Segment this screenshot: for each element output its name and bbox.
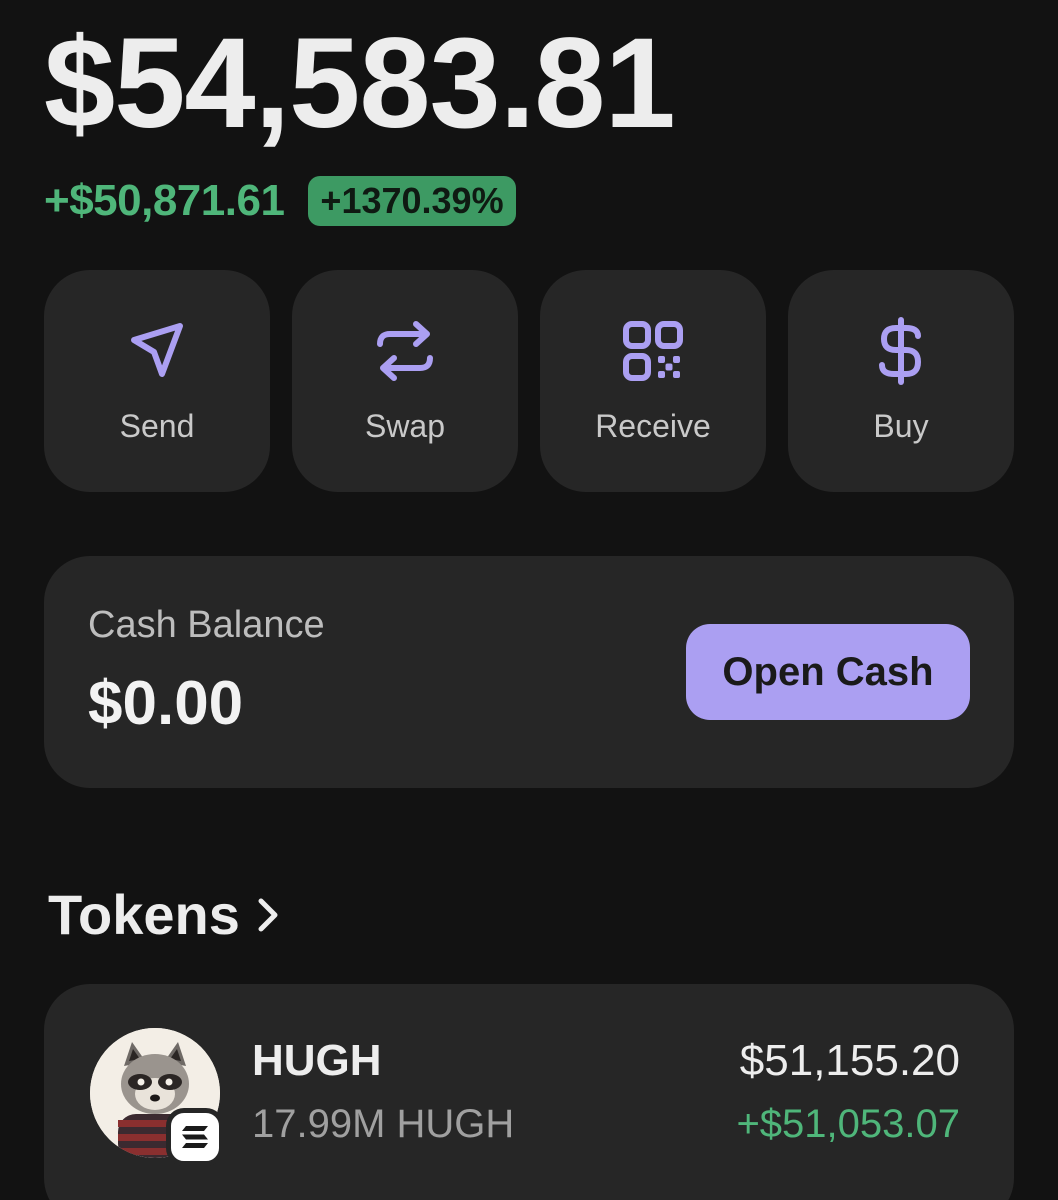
token-name: HUGH bbox=[252, 1036, 382, 1085]
wallet-home-screen: $54,583.81 +$50,871.61 +1370.39% Send Sw… bbox=[0, 0, 1058, 1200]
balance-change-percent-badge: +1370.39% bbox=[308, 176, 516, 226]
receive-button[interactable]: Receive bbox=[540, 270, 766, 492]
cash-balance-title: Cash Balance bbox=[88, 604, 325, 646]
receive-label: Receive bbox=[595, 408, 711, 444]
quick-actions: Send Swap Receive Buy bbox=[44, 270, 1014, 492]
swap-label: Swap bbox=[364, 408, 446, 444]
tokens-title: Tokens bbox=[48, 883, 240, 946]
token-value: $51,155.20 bbox=[739, 1036, 960, 1085]
swap-button[interactable]: Swap bbox=[292, 270, 518, 492]
send-button[interactable]: Send bbox=[44, 270, 270, 492]
token-change: +$51,053.07 bbox=[736, 1102, 960, 1146]
tokens-section-header[interactable]: Tokens bbox=[48, 882, 286, 947]
solana-icon bbox=[166, 1108, 224, 1166]
balance-change-row: +$50,871.61 +1370.39% bbox=[44, 176, 516, 226]
token-row[interactable]: HUGH 17.99M HUGH $51,155.20 +$51,053.07 bbox=[44, 984, 1014, 1200]
cash-balance-card: Cash Balance $0.00 Open Cash bbox=[44, 556, 1014, 788]
total-balance: $54,583.81 bbox=[44, 12, 676, 155]
balance-change-amount: +$50,871.61 bbox=[44, 176, 285, 225]
send-icon bbox=[122, 316, 192, 386]
cash-balance-value: $0.00 bbox=[88, 669, 244, 738]
open-cash-button[interactable]: Open Cash bbox=[686, 624, 970, 720]
chevron-right-icon bbox=[256, 892, 286, 938]
buy-button[interactable]: Buy bbox=[788, 270, 1014, 492]
send-label: Send bbox=[119, 408, 195, 444]
token-amount: 17.99M HUGH bbox=[252, 1102, 515, 1146]
swap-icon bbox=[370, 316, 440, 386]
dollar-icon bbox=[866, 316, 936, 386]
buy-label: Buy bbox=[873, 408, 929, 444]
qr-code-icon bbox=[618, 316, 688, 386]
